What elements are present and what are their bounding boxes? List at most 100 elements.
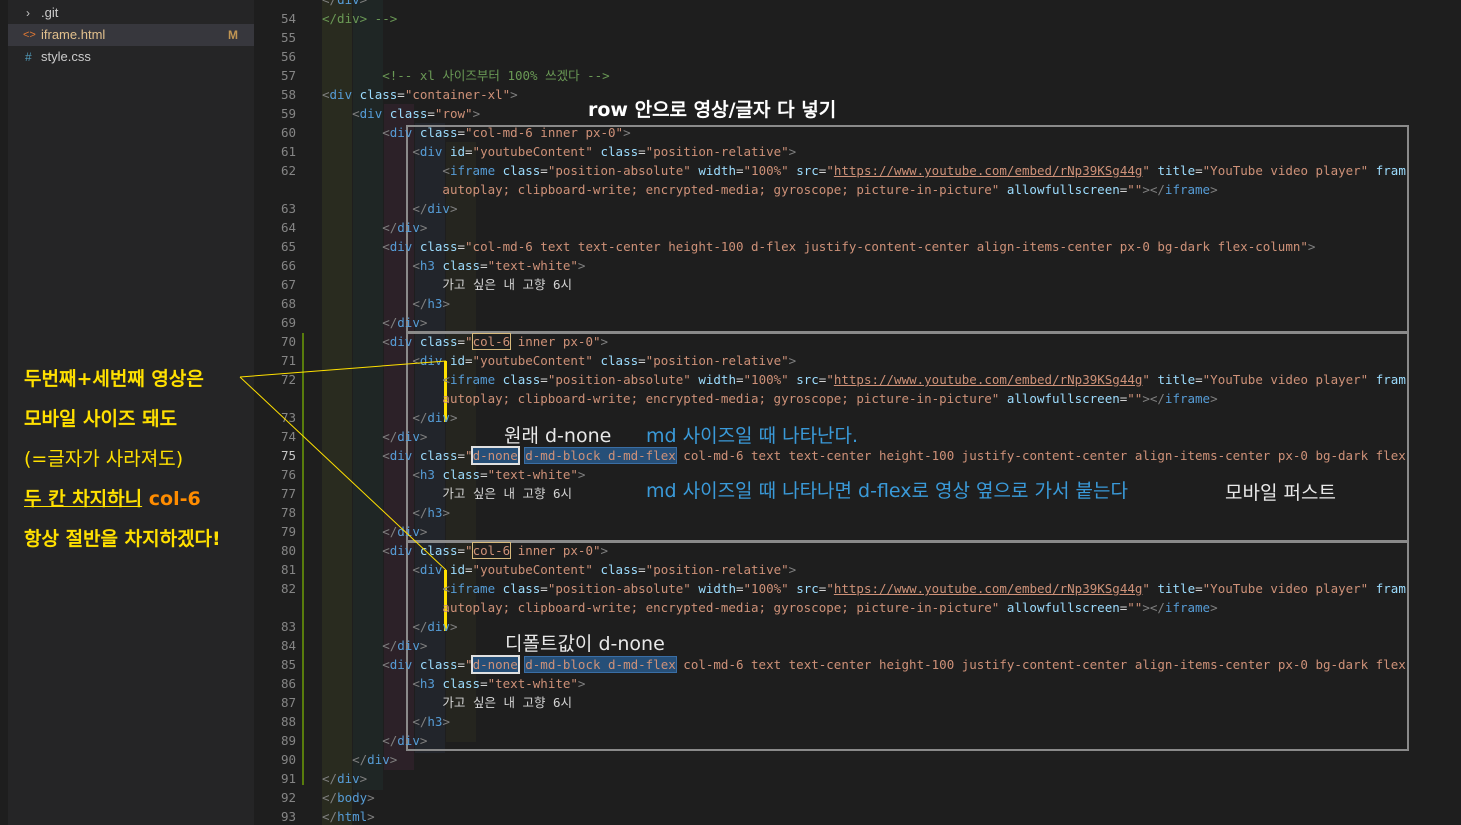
code-line: <div id="youtubeContent" class="position… <box>412 353 797 368</box>
code-line: autoplay; clipboard-write; encrypted-med… <box>442 600 1218 615</box>
html-file-icon: <> <box>23 29 36 41</box>
git-change-bar <box>302 333 304 785</box>
annotation-line: 두번째+세번째 영상은 <box>24 368 204 390</box>
line-number: 88 <box>280 714 296 729</box>
line-number: 70 <box>280 334 296 349</box>
code-line: <h3 class="text-white"> <box>412 258 586 273</box>
line-number: 59 <box>280 106 296 121</box>
code-line: </div> --> <box>322 11 398 26</box>
line-number: 82 <box>280 581 296 596</box>
css-file-icon: # <box>25 50 32 64</box>
code-line: 가고 싶은 내 고향 6시 <box>442 695 573 710</box>
code-line: </div> <box>412 619 458 634</box>
line-number: 56 <box>280 49 296 64</box>
line-number <box>254 0 296 9</box>
line-number: 93 <box>280 809 296 824</box>
code-line: </div> <box>382 220 428 235</box>
code-line: </div> <box>322 771 368 786</box>
code-line: </div> <box>352 752 398 767</box>
annotation-mobile-first: 모바일 퍼스트 <box>1225 482 1336 504</box>
code-line: autoplay; clipboard-write; encrypted-med… <box>442 182 1218 197</box>
code-editor[interactable]: row 안으로 영상/글자 다 넣기 원래 d-none md 사이즈일 때 나… <box>254 0 1461 825</box>
line-number: 68 <box>280 296 296 311</box>
annotation-line: (=글자가 사라져도) <box>24 448 184 470</box>
line-number <box>254 598 296 617</box>
line-number: 76 <box>280 467 296 482</box>
line-number: 57 <box>280 68 296 83</box>
code-line: <div id="youtubeContent" class="position… <box>412 144 797 159</box>
annotation-md-appear: md 사이즈일 때 나타난다. <box>646 425 859 447</box>
code-line: <div class="row"> <box>352 106 481 121</box>
code-line: autoplay; clipboard-write; encrypted-med… <box>442 391 1218 406</box>
file-name: .git <box>41 5 59 20</box>
line-number: 78 <box>280 505 296 520</box>
git-modified-badge: M <box>228 28 238 42</box>
line-number <box>254 180 296 199</box>
line-number: 83 <box>280 619 296 634</box>
code-line: </div> <box>382 638 428 653</box>
line-number: 79 <box>280 524 296 539</box>
code-line: <iframe class="position-absolute" width=… <box>442 581 1406 596</box>
line-number: 80 <box>280 543 296 558</box>
code-line: <h3 class="text-white"> <box>412 467 586 482</box>
code-line: <iframe class="position-absolute" width=… <box>442 372 1406 387</box>
code-line: </div> <box>382 524 428 539</box>
code-line: </html> <box>322 809 375 824</box>
chevron-right-icon: › <box>26 6 30 20</box>
line-number: 85 <box>280 657 296 672</box>
line-number: 72 <box>280 372 296 387</box>
line-number: 84 <box>280 638 296 653</box>
line-number: 69 <box>280 315 296 330</box>
line-number: 90 <box>280 752 296 767</box>
explorer-item-iframe-html[interactable]: <> iframe.html M <box>8 24 254 46</box>
line-number: 66 <box>280 258 296 273</box>
line-number: 61 <box>280 144 296 159</box>
code-line: <div class="col-6 inner px-0"> <box>382 333 609 350</box>
annotation-line: 항상 절반을 차지하겠다! <box>24 528 221 550</box>
explorer-item-style-css[interactable]: # style.css <box>8 46 254 68</box>
annotation-row-note: row 안으로 영상/글자 다 넣기 <box>588 99 837 121</box>
file-name: iframe.html <box>41 27 106 42</box>
code-line: 가고 싶은 내 고향 6시 <box>442 277 573 292</box>
line-number: 77 <box>280 486 296 501</box>
code-line: <div class="d-none d-md-block d-md-flex … <box>382 446 1406 465</box>
line-number: 63 <box>280 201 296 216</box>
code-line: </div> <box>412 201 458 216</box>
code-line: </div> <box>412 410 458 425</box>
line-number: 81 <box>280 562 296 577</box>
file-name: style.css <box>41 49 91 64</box>
line-number: 64 <box>280 220 296 235</box>
line-number: 86 <box>280 676 296 691</box>
code-line: </div> <box>322 0 367 9</box>
activity-strip <box>0 0 8 825</box>
annotation-line: 두 칸 차지하니 col-6 <box>24 484 201 511</box>
annotation-md-flex: md 사이즈일 때 나타나면 d-flex로 영상 옆으로 가서 붙는다 <box>646 480 1128 502</box>
code-line: <h3 class="text-white"> <box>412 676 586 691</box>
code-line: <div class="container-xl"> <box>322 87 518 102</box>
code-line: </h3> <box>412 296 450 311</box>
line-number: 65 <box>280 239 296 254</box>
annotation-default-dnone: 디폴트값이 d-none <box>505 633 665 655</box>
line-number: 55 <box>280 30 296 45</box>
line-number: 92 <box>280 790 296 805</box>
line-number: 67 <box>280 277 296 292</box>
annotation-original-dnone: 원래 d-none <box>504 425 612 447</box>
explorer-item-git[interactable]: › .git <box>8 2 254 24</box>
line-number: 73 <box>280 410 296 425</box>
code-line: <!-- xl 사이즈부터 100% 쓰겠다 --> <box>382 68 610 83</box>
code-line: </body> <box>322 790 375 805</box>
line-number <box>254 389 296 408</box>
line-number: 87 <box>280 695 296 710</box>
line-number: 60 <box>280 125 296 140</box>
explorer-sidebar: › .git <> iframe.html M # style.css 두번째+… <box>0 0 254 825</box>
code-line: <div class="d-none d-md-block d-md-flex … <box>382 655 1406 674</box>
line-number: 62 <box>280 163 296 178</box>
annotation-col6: col-6 <box>148 488 201 510</box>
code-line: </div> <box>382 733 428 748</box>
line-number: 54 <box>280 11 296 26</box>
code-line: </div> <box>382 315 428 330</box>
line-number: 74 <box>280 429 296 444</box>
annotation-line: 모바일 사이즈 돼도 <box>24 408 178 430</box>
code-line: </h3> <box>412 505 450 520</box>
line-number: 58 <box>280 87 296 102</box>
